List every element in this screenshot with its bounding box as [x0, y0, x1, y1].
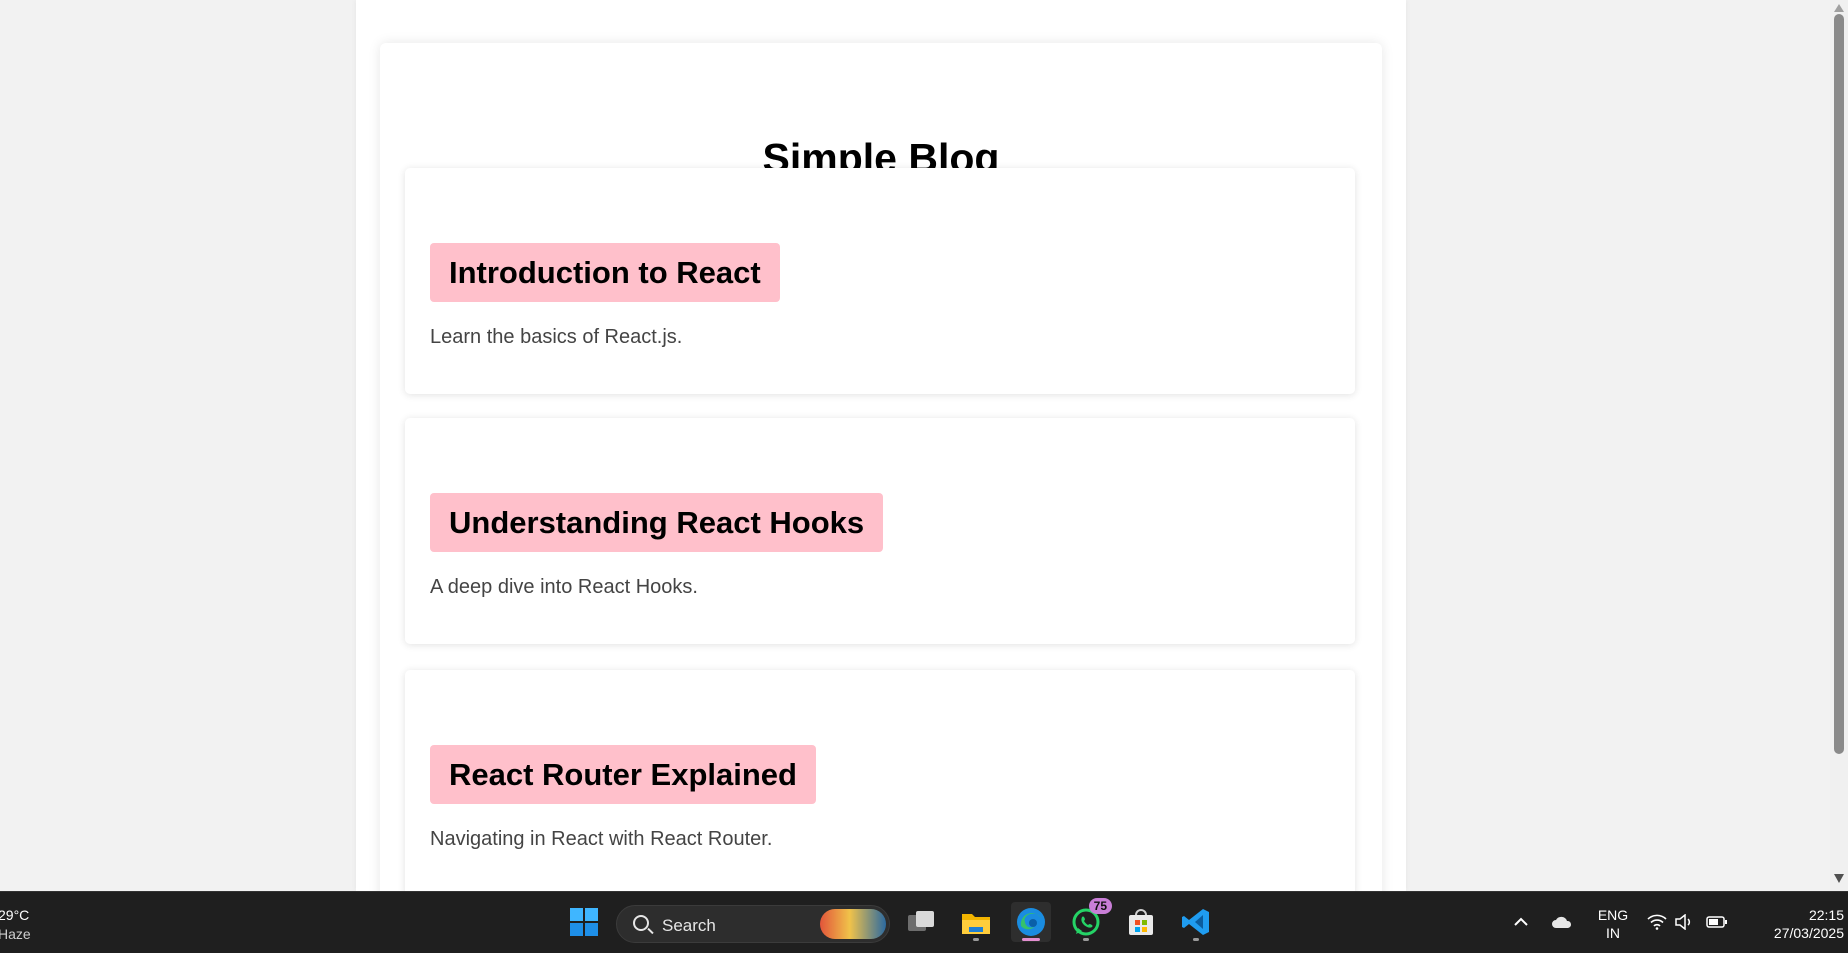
running-indicator	[1083, 938, 1089, 941]
post-title: React Router Explained	[430, 745, 816, 804]
show-hidden-icons-chevron-icon[interactable]	[1503, 902, 1539, 942]
windows-start-icon[interactable]	[564, 902, 604, 942]
post-title: Introduction to React	[430, 243, 780, 302]
post-card: Introduction to React Learn the basics o…	[405, 168, 1355, 394]
post-card: Understanding React Hooks A deep dive in…	[405, 418, 1355, 644]
clock-date: 27/03/2025	[1773, 925, 1844, 941]
post-title: Understanding React Hooks	[430, 493, 884, 552]
region-code: IN	[1606, 925, 1620, 941]
taskbar-clock[interactable]: 22:15 27/03/2025	[1736, 906, 1844, 942]
post-excerpt: Navigating in React with React Router.	[430, 828, 773, 850]
vertical-scrollbar[interactable]	[1830, 0, 1848, 891]
search-label: Search	[662, 916, 716, 935]
running-indicator	[1193, 938, 1199, 941]
language-code: ENG	[1597, 907, 1629, 923]
file-explorer-icon[interactable]	[956, 902, 996, 942]
taskbar-search-box[interactable]: Search	[616, 905, 890, 943]
wifi-icon[interactable]	[1645, 902, 1669, 942]
scrollbar-thumb[interactable]	[1834, 14, 1844, 754]
weather-condition: Haze	[0, 926, 31, 942]
weather-temp: 29°C	[0, 907, 30, 923]
battery-icon[interactable]	[1704, 902, 1730, 942]
windows-taskbar: 29°C Haze Search 75 ENG IN 22:15 27/03/2…	[0, 891, 1848, 953]
onedrive-cloud-icon[interactable]	[1544, 902, 1580, 942]
search-icon	[633, 915, 649, 931]
input-language-indicator[interactable]: ENG IN	[1593, 906, 1633, 942]
page-container: Simple Blog Introduction to React Learn …	[356, 0, 1406, 891]
blog-container: Simple Blog Introduction to React Learn …	[380, 43, 1382, 891]
volume-icon[interactable]	[1672, 902, 1696, 942]
post-excerpt: A deep dive into React Hooks.	[430, 576, 698, 598]
running-indicator	[973, 938, 979, 941]
post-card: React Router Explained Navigating in Rea…	[405, 670, 1355, 891]
clock-time: 22:15	[1808, 907, 1844, 923]
scroll-up-arrow-icon[interactable]	[1834, 4, 1844, 12]
active-indicator	[1022, 938, 1040, 941]
microsoft-store-icon[interactable]	[1121, 902, 1161, 942]
search-highlight-image	[820, 909, 886, 939]
post-excerpt: Learn the basics of React.js.	[430, 326, 683, 348]
scroll-down-arrow-icon[interactable]	[1834, 874, 1844, 883]
vscode-icon[interactable]	[1176, 902, 1216, 942]
whatsapp-icon[interactable]: 75	[1066, 898, 1112, 942]
notification-badge: 75	[1088, 898, 1112, 914]
task-view-icon[interactable]	[901, 902, 941, 942]
weather-widget[interactable]: 29°C Haze	[0, 906, 31, 944]
browser-viewport: Simple Blog Introduction to React Learn …	[0, 0, 1830, 891]
edge-icon[interactable]	[1011, 902, 1051, 942]
